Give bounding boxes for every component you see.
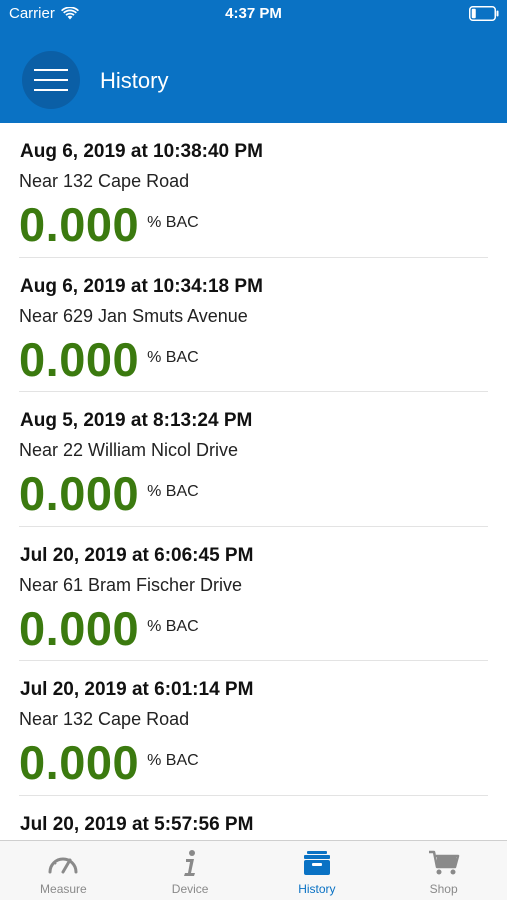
entry-location: Near 22 William Nicol Drive bbox=[19, 440, 239, 460]
tab-measure[interactable]: Measure bbox=[0, 841, 127, 900]
entry-location: Near 61 Bram Fischer Drive bbox=[19, 574, 243, 595]
hamburger-icon bbox=[34, 69, 68, 91]
entry-bac: 0.000 % BAC bbox=[19, 733, 199, 793]
bac-unit: % BAC bbox=[147, 617, 199, 635]
tab-label: Measure bbox=[40, 882, 87, 896]
entry-location: Near 132 Cape Road bbox=[19, 171, 190, 191]
bac-value: 0.000 bbox=[19, 601, 140, 655]
bac-unit: % BAC bbox=[147, 348, 199, 366]
tab-shop[interactable]: Shop bbox=[380, 841, 507, 900]
battery-icon bbox=[469, 6, 499, 21]
entry-date: Jul 20, 2019 at 5:57:56 PM bbox=[20, 813, 254, 835]
page-title: History bbox=[100, 68, 169, 93]
cart-icon bbox=[427, 848, 461, 878]
bac-unit: % BAC bbox=[147, 483, 199, 500]
entry-date: Aug 6, 2019 at 10:34:18 PM bbox=[20, 275, 263, 297]
entry-date: Aug 5, 2019 at 8:13:24 PM bbox=[20, 410, 253, 431]
tab-label: Device bbox=[171, 882, 209, 896]
history-list[interactable]: Aug 6, 2019 at 10:38:40 PM Near 132 Cape… bbox=[0, 123, 507, 840]
tab-label: Shop bbox=[429, 882, 458, 896]
gauge-icon bbox=[46, 848, 80, 878]
history-entry[interactable]: Aug 6, 2019 at 10:34:18 PM Near 629 Jan … bbox=[19, 258, 488, 392]
entry-bac: 0.000 % BAC bbox=[19, 599, 199, 659]
tab-device[interactable]: Device bbox=[127, 841, 254, 900]
bac-value: 0.000 bbox=[19, 198, 140, 251]
info-icon bbox=[173, 848, 207, 878]
tab-history[interactable]: History bbox=[254, 841, 381, 900]
history-entry[interactable]: Jul 20, 2019 at 6:06:45 PM Near 61 Bram … bbox=[19, 527, 488, 661]
bac-unit: % BAC bbox=[147, 752, 199, 769]
bac-value: 0.000 bbox=[19, 736, 140, 789]
entry-bac: 0.000 % BAC bbox=[19, 195, 199, 255]
history-box-icon bbox=[300, 848, 334, 878]
bac-unit: % BAC bbox=[147, 214, 199, 231]
app-header: Carrier 4:37 PM History bbox=[0, 0, 507, 123]
entry-location: Near 629 Jan Smuts Avenue bbox=[19, 305, 248, 326]
bac-value: 0.000 bbox=[19, 467, 140, 520]
tab-bar: Measure Device History Shop bbox=[0, 840, 507, 900]
history-entry[interactable]: Jul 20, 2019 at 5:57:56 PM bbox=[19, 796, 488, 841]
entry-bac: 0.000 % BAC bbox=[19, 464, 199, 524]
entry-date: Aug 6, 2019 at 10:38:40 PM bbox=[20, 141, 263, 162]
tab-label: History bbox=[298, 882, 336, 896]
entry-date: Jul 20, 2019 at 6:06:45 PM bbox=[20, 544, 254, 566]
menu-button[interactable] bbox=[22, 51, 80, 109]
entry-location: Near 132 Cape Road bbox=[19, 709, 190, 729]
bac-value: 0.000 bbox=[19, 332, 140, 386]
status-bar: Carrier 4:37 PM bbox=[0, 0, 507, 30]
entry-date: Jul 20, 2019 at 6:01:14 PM bbox=[20, 679, 254, 700]
history-entry[interactable]: Jul 20, 2019 at 6:01:14 PM Near 132 Cape… bbox=[19, 661, 488, 796]
entry-bac: 0.000 % BAC bbox=[19, 330, 199, 390]
history-entry[interactable]: Aug 6, 2019 at 10:38:40 PM Near 132 Cape… bbox=[19, 123, 488, 258]
history-entry[interactable]: Aug 5, 2019 at 8:13:24 PM Near 22 Willia… bbox=[19, 392, 488, 527]
status-time: 4:37 PM bbox=[225, 5, 282, 22]
